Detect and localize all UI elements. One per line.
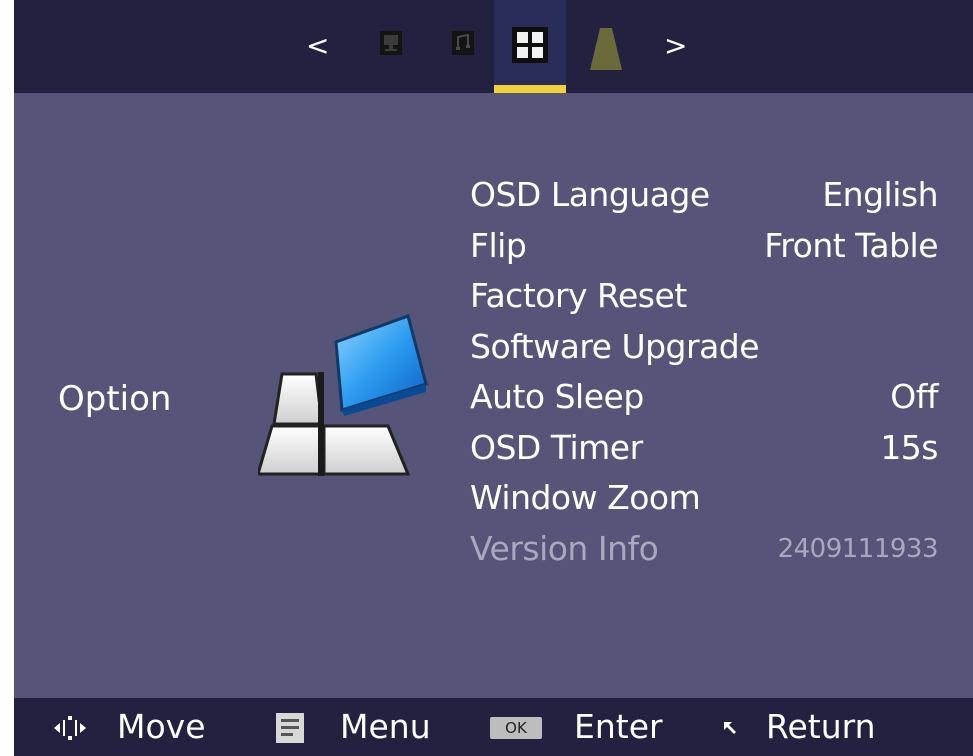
tab-picture[interactable] — [366, 0, 416, 93]
monitor-icon — [379, 30, 403, 60]
top-nav-bar: < > — [14, 0, 973, 93]
audio-icon — [451, 30, 475, 60]
menu-item-value: 15s — [880, 427, 938, 467]
bottom-hint-bar: Move Menu OK Enter Return — [14, 698, 973, 756]
return-hint-label: Return — [766, 707, 876, 746]
ok-button-icon: OK — [490, 717, 542, 739]
section-title: Option — [58, 379, 172, 419]
dpad-move-icon — [50, 714, 90, 746]
osd-menu-window: < > Option OSD Language English Flip Fro… — [14, 0, 973, 756]
menu-item-label: Flip — [470, 225, 527, 265]
menu-item-label: OSD Language — [470, 175, 710, 214]
active-tab-underline — [494, 85, 566, 93]
menu-item-auto-sleep[interactable]: Auto Sleep Off — [470, 372, 938, 423]
menu-item-label: Version Info — [470, 528, 659, 568]
menu-item-label: Software Upgrade — [470, 326, 760, 366]
tab-projection[interactable] — [584, 0, 634, 93]
grid-icon — [512, 27, 548, 67]
tab-option[interactable] — [494, 0, 566, 93]
menu-item-value: Front Table — [764, 225, 938, 265]
menu-item-osd-language[interactable]: OSD Language English — [470, 170, 938, 221]
menu-item-label: Window Zoom — [470, 478, 701, 517]
menu-item-version-info: Version Info 2409111933 — [470, 524, 939, 575]
menu-item-software-upgrade[interactable]: Software Upgrade — [470, 322, 938, 373]
next-page-arrow[interactable]: > — [664, 28, 687, 64]
move-hint-label: Move — [117, 707, 206, 746]
menu-item-value: English — [822, 175, 938, 214]
return-arrow-icon — [722, 720, 738, 740]
cone-icon — [590, 28, 622, 74]
menu-item-label: OSD Timer — [470, 427, 643, 467]
menu-item-label: Auto Sleep — [470, 377, 644, 416]
option-settings-list: OSD Language English Flip Front Table Fa… — [470, 170, 939, 575]
menu-item-factory-reset[interactable]: Factory Reset — [470, 271, 938, 322]
enter-hint-label: Enter — [574, 707, 663, 746]
menu-item-window-zoom[interactable]: Window Zoom — [470, 473, 938, 524]
menu-item-osd-timer[interactable]: OSD Timer 15s — [470, 423, 938, 474]
menu-item-flip[interactable]: Flip Front Table — [470, 221, 938, 272]
menu-hint-label: Menu — [340, 707, 431, 746]
prev-page-arrow[interactable]: < — [306, 28, 329, 64]
option-cubes-icon — [256, 314, 438, 476]
menu-item-value: 2409111933 — [777, 533, 939, 564]
menu-item-label: Factory Reset — [470, 276, 687, 315]
menu-item-value: Off — [890, 377, 938, 416]
menu-button-icon — [276, 713, 304, 747]
tab-audio[interactable] — [438, 0, 488, 93]
